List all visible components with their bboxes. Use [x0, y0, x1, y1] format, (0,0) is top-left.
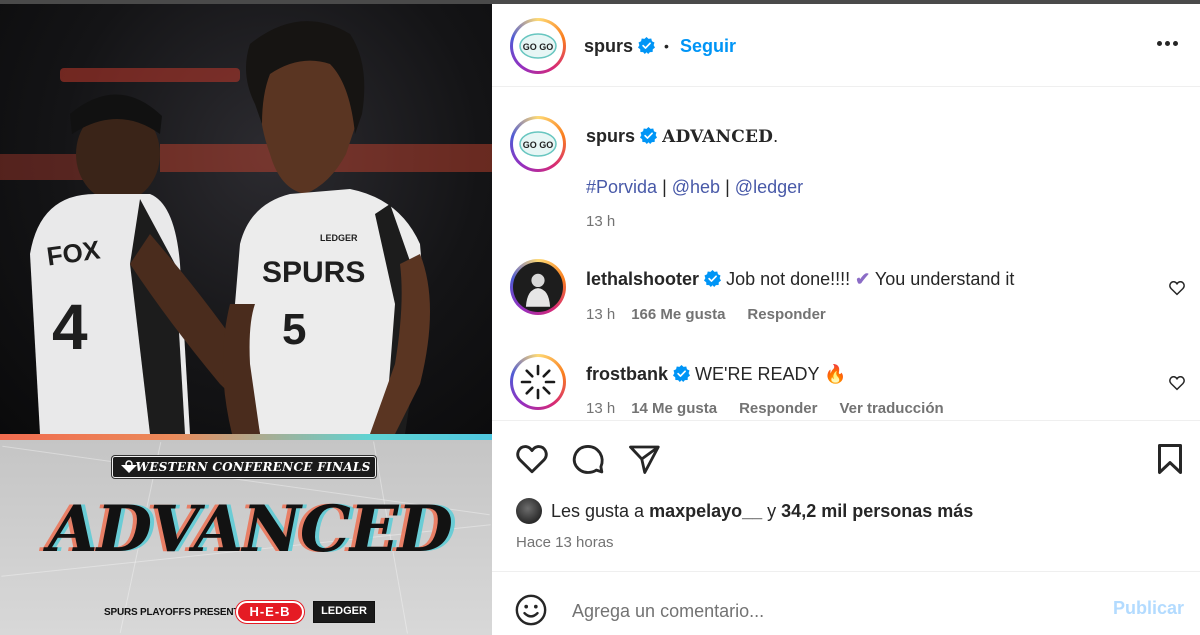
comment-line: lethalshooter Job not done!!!! ✔ You und… — [586, 269, 1014, 290]
comment-text: You understand it — [870, 269, 1015, 289]
comment-like-heart-icon[interactable] — [1168, 374, 1186, 392]
see-translation-button[interactable]: Ver traducción — [839, 400, 943, 417]
share-paper-plane-icon[interactable] — [626, 441, 662, 477]
footer-divider — [492, 571, 1200, 572]
conference-finals-text: WESTERN CONFERENCE FINALS — [135, 460, 371, 474]
comment-text: WE'RE READY — [695, 364, 825, 384]
add-comment-bar: Publicar — [492, 576, 1200, 635]
post-time-ago[interactable]: Hace 13 horas — [516, 534, 614, 551]
more-options-button[interactable] — [1157, 41, 1178, 46]
author-username-text[interactable]: spurs — [584, 36, 633, 56]
comment-line: frostbank WE'RE READY 🔥 — [586, 364, 847, 385]
comment-username[interactable]: frostbank — [586, 364, 668, 384]
liker-username[interactable]: maxpelayo__ — [649, 501, 762, 522]
comment-time: 13 h — [586, 400, 616, 417]
caption-title: ADVANCED — [662, 127, 774, 147]
likes-middle: y — [762, 500, 782, 521]
frostbank-logo — [520, 364, 556, 400]
mention-ledger[interactable]: @ledger — [735, 177, 803, 197]
verified-badge-icon — [673, 365, 691, 382]
comment-username[interactable]: lethalshooter — [586, 269, 699, 289]
header-separator: • — [664, 38, 669, 54]
caption-period: . — [773, 126, 779, 146]
author-username[interactable]: spurs — [584, 36, 656, 57]
post-photo: FOX 4 SPURS 5 LEDGER — [0, 4, 492, 434]
verified-badge-icon — [640, 127, 658, 144]
action-bar — [492, 441, 1200, 481]
verified-badge-icon — [704, 270, 722, 287]
likes-summary: Les gusta a maxpelayo__ y 34,2 mil perso… — [516, 498, 973, 524]
comment-meta: 13 h 14 Me gusta Responder Ver traducción — [586, 400, 966, 417]
reply-button[interactable]: Responder — [739, 400, 817, 417]
ledger-logo: LEDGER — [313, 601, 375, 623]
comment-like-heart-icon[interactable] — [1168, 279, 1186, 297]
comment-text: Job not done!!!! — [726, 269, 856, 289]
publish-button[interactable]: Publicar — [1113, 598, 1184, 619]
save-bookmark-icon[interactable] — [1152, 441, 1188, 477]
conference-finals-badge: WESTERN CONFERENCE FINALS — [112, 456, 376, 478]
more-dots-icon — [1157, 41, 1162, 46]
verified-badge-icon — [638, 37, 656, 54]
follow-button[interactable]: Seguir — [680, 36, 736, 57]
caption-avatar[interactable]: GO GO — [510, 116, 566, 172]
hashtag-porvida[interactable]: #Porvida — [586, 177, 657, 197]
comments-list[interactable]: GO GO spurs ADVANCED. #Porvida | @heb | … — [492, 94, 1200, 420]
emoji-picker-icon[interactable] — [514, 593, 548, 627]
comment-likes[interactable]: 14 Me gusta — [631, 400, 717, 417]
comment-likes[interactable]: 166 Me gusta — [631, 306, 725, 323]
svg-text:GO GO: GO GO — [523, 42, 554, 52]
caption-username[interactable]: spurs — [586, 126, 635, 146]
reply-button[interactable]: Responder — [747, 306, 825, 323]
jersey-right-team: SPURS — [262, 256, 365, 289]
tag-separator: | — [725, 177, 730, 197]
liker-avatar[interactable] — [516, 498, 542, 524]
comments-divider — [492, 420, 1200, 421]
jersey-left-number: 4 — [52, 291, 88, 363]
players-illustration: FOX 4 SPURS 5 LEDGER — [0, 21, 492, 434]
fire-emoji-icon: 🔥 — [824, 364, 847, 384]
check-emoji-icon: ✔ — [855, 269, 871, 289]
author-avatar[interactable]: GO GO — [510, 18, 566, 74]
comment-time: 13 h — [586, 306, 616, 323]
advanced-banner: WESTERN CONFERENCE FINALS ADVANCED SPURS… — [0, 440, 492, 635]
header-divider — [492, 86, 1200, 87]
caption-tags: #Porvida | @heb | @ledger — [586, 177, 803, 198]
caption-time: 13 h — [586, 213, 616, 230]
mention-heb[interactable]: @heb — [672, 177, 720, 197]
spurs-gogo-logo: GO GO — [519, 33, 557, 59]
post-media[interactable]: FOX 4 SPURS 5 LEDGER WESTERN CONFERENCE … — [0, 4, 492, 635]
caption-line: spurs ADVANCED. — [586, 126, 778, 147]
jersey-right-number: 5 — [282, 305, 306, 354]
tag-separator: | — [662, 177, 667, 197]
post-sidebar: GO GO spurs • Seguir GO GO spurs ADVANCE… — [492, 4, 1200, 635]
spurs-spur-icon — [121, 460, 137, 473]
comment-avatar-lethalshooter[interactable] — [510, 259, 566, 315]
lethalshooter-photo — [525, 273, 551, 307]
comment-bubble-icon[interactable] — [570, 441, 606, 477]
heb-logo: H-E-B — [236, 601, 304, 623]
advanced-headline: ADVANCED — [47, 492, 453, 567]
jersey-right-patch: LEDGER — [320, 233, 358, 243]
likes-count[interactable]: 34,2 mil personas más — [781, 501, 973, 522]
likes-prefix: Les gusta a — [551, 500, 650, 521]
spurs-gogo-logo: GO GO — [519, 131, 557, 157]
like-heart-icon[interactable] — [514, 441, 550, 477]
comment-meta: 13 h 166 Me gusta Responder — [586, 306, 848, 323]
svg-text:GO GO: GO GO — [523, 140, 554, 150]
comment-input[interactable] — [572, 598, 1092, 624]
comment-avatar-frostbank[interactable] — [510, 354, 566, 410]
